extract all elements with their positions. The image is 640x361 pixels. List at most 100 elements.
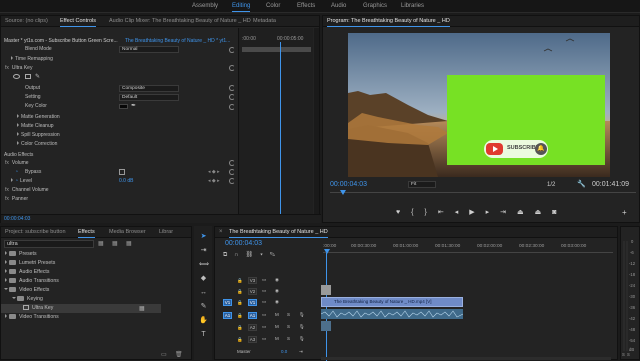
bypass-stopwatch-icon[interactable]: ◔ <box>15 169 18 177</box>
timeline-playhead-line[interactable] <box>326 253 327 361</box>
tab-project[interactable]: Project: subscribe button <box>5 229 66 235</box>
panner-row[interactable]: fx Panner <box>5 196 28 204</box>
lock-icon[interactable]: 🔒 <box>237 278 243 284</box>
play-button-icon[interactable]: ▶ <box>469 209 485 216</box>
sync-lock-icon[interactable]: ▭ <box>262 299 266 305</box>
eyedropper-icon[interactable]: ✒ <box>131 102 136 109</box>
lift-icon[interactable]: ⏏ <box>517 209 535 216</box>
program-video-frame[interactable] <box>348 33 610 177</box>
ultra-key-row[interactable]: fx Ultra Key <box>5 65 32 73</box>
workspace-assembly[interactable]: Assembly <box>192 3 218 9</box>
reset-icon[interactable] <box>229 104 235 110</box>
color-correction-row[interactable]: Color Correction <box>17 141 57 149</box>
effect-controls-timecode[interactable]: 00:00:04:03 <box>4 216 30 222</box>
lock-icon[interactable]: 🔒 <box>237 325 243 331</box>
sequence-clip-label[interactable]: The Breathtaking Beauty of Nature _ HD *… <box>125 38 230 46</box>
wrench-icon[interactable]: 🔧 <box>577 180 586 188</box>
sync-lock-icon[interactable]: ▭ <box>262 312 266 318</box>
effect-ultra-key[interactable]: Ultra Key <box>23 305 53 314</box>
tab-effects[interactable]: Effects <box>78 229 95 238</box>
nest-icon[interactable]: ⧉ <box>223 252 234 258</box>
go-to-out-icon[interactable]: ⇥ <box>500 209 517 216</box>
reset-icon[interactable] <box>229 94 235 100</box>
tab-sequence[interactable]: The Breathtaking Beauty of Nature _ HD <box>229 229 328 238</box>
tab-libraries[interactable]: Librar <box>159 229 173 235</box>
matte-cleanup-row[interactable]: Matte Cleanup <box>17 123 54 131</box>
bin-video-effects[interactable]: Video Effects <box>4 287 49 296</box>
master-clip-label[interactable]: Master * yt1s.com - Subscribe Button Gre… <box>4 38 118 46</box>
track-label-a3[interactable]: A3 <box>248 336 257 343</box>
source-patch-v1[interactable]: V1 <box>223 299 232 306</box>
tab-source[interactable]: Source: (no clips) <box>5 18 48 24</box>
tab-program[interactable]: Program: The Breathtaking Beauty of Natu… <box>327 18 450 27</box>
selection-tool-icon[interactable]: ➤ <box>199 232 208 241</box>
rectangle-mask-icon[interactable] <box>25 74 31 79</box>
mic-icon[interactable]: 🎙 <box>299 336 305 342</box>
solo-left-button[interactable]: S <box>622 352 625 357</box>
audio-clip-a2[interactable] <box>321 321 331 331</box>
mute-button[interactable]: M <box>275 324 279 329</box>
new-bin-icon[interactable]: ▭ <box>161 351 167 358</box>
mute-button[interactable]: M <box>275 312 279 317</box>
video-clip-v1[interactable]: The Breathtaking Beauty of Nature _ HD.m… <box>321 297 463 307</box>
eye-icon[interactable]: ◉ <box>275 299 279 305</box>
go-to-end-icon[interactable]: ⇥ <box>299 349 303 355</box>
mic-icon[interactable]: 🎙 <box>299 312 305 318</box>
keyframe-nav-icon[interactable]: ◂ ◆ ▸ <box>208 169 220 177</box>
lock-icon[interactable]: 🔒 <box>237 337 243 343</box>
setting-dropdown[interactable]: Default <box>119 94 179 101</box>
mark-in-icon[interactable]: { <box>411 209 424 216</box>
reset-icon[interactable] <box>229 65 235 71</box>
matte-generation-row[interactable]: Matte Generation <box>17 114 60 122</box>
yuv-filter-icon[interactable]: ▦ <box>126 240 132 247</box>
add-marker-icon[interactable]: ♥ <box>396 209 411 216</box>
level-row[interactable]: ◔ Level <box>11 178 32 186</box>
resolution-value[interactable]: 1/2 <box>547 182 555 188</box>
effect-scrollbar[interactable] <box>314 28 319 214</box>
workspace-effects[interactable]: Effects <box>297 3 315 9</box>
track-label-a2[interactable]: A2 <box>248 324 257 331</box>
accelerated-filter-icon[interactable]: ▦ <box>98 240 104 247</box>
volume-row[interactable]: fx Volume <box>5 160 29 168</box>
sync-lock-icon[interactable]: ▭ <box>262 324 266 330</box>
linked-selection-icon[interactable]: ⛓ <box>246 252 261 258</box>
green-screen-clip-v2[interactable] <box>321 285 331 295</box>
type-tool-icon[interactable]: T <box>199 330 208 339</box>
add-marker-icon[interactable]: ▾ <box>260 252 270 258</box>
reset-icon[interactable] <box>229 47 235 53</box>
solo-button[interactable]: S <box>287 336 290 341</box>
solo-button[interactable]: S <box>287 312 290 317</box>
tab-effect-controls[interactable]: Effect Controls <box>60 18 96 27</box>
key-color-swatch[interactable] <box>119 104 128 109</box>
sync-lock-icon[interactable]: ▭ <box>262 336 266 342</box>
razor-tool-icon[interactable]: ◆ <box>199 274 208 283</box>
go-to-in-icon[interactable]: ⇤ <box>438 209 455 216</box>
bin-presets[interactable]: Presets <box>5 251 37 260</box>
tab-media-browser[interactable]: Media Browser <box>109 229 146 235</box>
effects-search-input[interactable]: ultra <box>4 240 94 248</box>
lock-icon[interactable]: 🔒 <box>237 289 243 295</box>
level-value[interactable]: 0.0 dB <box>119 178 133 186</box>
workspace-graphics[interactable]: Graphics <box>363 3 387 9</box>
sync-lock-icon[interactable]: ▭ <box>262 288 266 294</box>
eye-icon[interactable]: ◉ <box>275 277 279 283</box>
time-ruler[interactable]: :00:00 00:00:30:00 00:01:00:00 00:01:30:… <box>323 241 613 255</box>
workspace-audio[interactable]: Audio <box>331 3 346 9</box>
spill-suppression-row[interactable]: Spill Suppression <box>17 132 60 140</box>
keyframe-nav-icon[interactable]: ◂ ◆ ▸ <box>208 178 220 186</box>
tab-audio-clip-mixer[interactable]: Audio Clip Mixer: The Breathtaking Beaut… <box>109 18 251 24</box>
export-frame-icon[interactable]: ◙ <box>552 209 567 216</box>
settings-icon[interactable]: ✎ <box>270 252 282 258</box>
timeline-timecode[interactable]: 00:00:04:03 <box>225 240 262 247</box>
lock-icon[interactable]: 🔒 <box>237 300 243 306</box>
bin-video-transitions[interactable]: Video Transitions <box>5 314 59 323</box>
time-remapping-row[interactable]: Time Remapping <box>11 56 53 64</box>
ellipse-mask-icon[interactable] <box>13 74 20 79</box>
32bit-filter-icon[interactable]: ▦ <box>112 240 118 247</box>
reset-icon[interactable] <box>229 160 235 166</box>
slip-tool-icon[interactable]: ↔ <box>199 288 208 297</box>
mute-button[interactable]: M <box>275 336 279 341</box>
close-icon[interactable]: × <box>219 229 223 235</box>
ripple-edit-tool-icon[interactable]: ⟺ <box>199 260 209 269</box>
pen-mask-icon[interactable]: ✎ <box>35 73 40 80</box>
